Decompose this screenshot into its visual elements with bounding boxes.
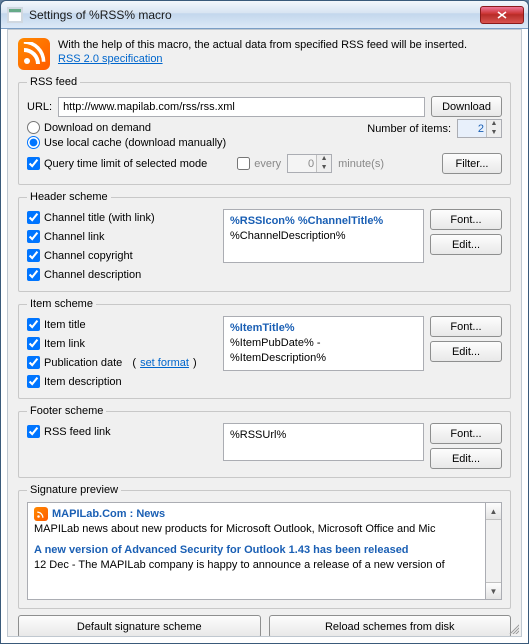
check-channel-title[interactable]: Channel title (with link)	[27, 211, 217, 224]
check-channel-link[interactable]: Channel link	[27, 230, 217, 243]
intro: With the help of this macro, the actual …	[18, 38, 511, 70]
footer-edit-button[interactable]: Edit...	[430, 448, 502, 469]
url-input[interactable]	[58, 97, 425, 117]
spin-down-icon: ▼	[317, 164, 331, 173]
every-spinner: ▲▼	[287, 154, 332, 173]
check-channel-description[interactable]: Channel description	[27, 268, 217, 281]
resize-grip-icon[interactable]	[507, 622, 519, 634]
rss-icon	[18, 38, 50, 70]
item-preview[interactable]: %ItemTitle% %ItemPubDate% - %ItemDescrip…	[223, 316, 424, 371]
check-publication-date[interactable]: Publication date (set format)	[27, 356, 217, 369]
spin-up-icon[interactable]: ▲	[487, 120, 501, 129]
num-items-spinner[interactable]: ▲▼	[457, 119, 502, 138]
rss-icon	[34, 507, 48, 521]
every-unit: minute(s)	[338, 158, 384, 170]
preview-scrollbar[interactable]: ▲ ▼	[485, 502, 502, 600]
check-every[interactable]: every	[237, 157, 281, 170]
check-item-title[interactable]: Item title	[27, 318, 217, 331]
window-title: Settings of %RSS% macro	[29, 8, 480, 22]
item-scheme-legend: Item scheme	[27, 298, 96, 310]
radio-use-local-cache[interactable]: Use local cache (download manually)	[27, 136, 361, 149]
scroll-down-icon[interactable]: ▼	[486, 582, 501, 599]
header-font-button[interactable]: Font...	[430, 209, 502, 230]
titlebar: Settings of %RSS% macro	[1, 1, 528, 29]
rss-feed-group: RSS feed URL: Download Download on deman…	[18, 76, 511, 185]
check-query-time[interactable]: Query time limit of selected mode	[27, 157, 207, 170]
num-items-label: Number of items:	[367, 123, 451, 135]
check-channel-copyright[interactable]: Channel copyright	[27, 249, 217, 262]
item-edit-button[interactable]: Edit...	[430, 341, 502, 362]
header-scheme-group: Header scheme Channel title (with link) …	[18, 191, 511, 292]
item-scheme-group: Item scheme Item title Item link Publica…	[18, 298, 511, 399]
dialog-window: Settings of %RSS% macro With the help of…	[0, 0, 529, 644]
signature-preview-legend: Signature preview	[27, 484, 121, 496]
signature-preview-group: Signature preview MAPILab.Com : News MAP…	[18, 484, 511, 609]
url-label: URL:	[27, 101, 52, 113]
signature-preview: MAPILab.Com : News MAPILab news about ne…	[27, 502, 485, 600]
spin-up-icon: ▲	[317, 155, 331, 164]
rss-feed-legend: RSS feed	[27, 76, 80, 88]
scroll-up-icon[interactable]: ▲	[486, 503, 501, 520]
footer-font-button[interactable]: Font...	[430, 423, 502, 444]
spin-down-icon[interactable]: ▼	[487, 129, 501, 138]
footer-preview[interactable]: %RSSUrl%	[223, 423, 424, 461]
check-rss-feed-link[interactable]: RSS feed link	[27, 425, 217, 438]
check-item-link[interactable]: Item link	[27, 337, 217, 350]
reload-scheme-button[interactable]: Reload schemes from disk	[269, 615, 512, 637]
close-button[interactable]	[480, 6, 524, 24]
filter-button[interactable]: Filter...	[442, 153, 502, 174]
default-scheme-button[interactable]: Default signature scheme	[18, 615, 261, 637]
check-item-description[interactable]: Item description	[27, 375, 217, 388]
header-scheme-legend: Header scheme	[27, 191, 111, 203]
intro-description: With the help of this macro, the actual …	[58, 38, 467, 52]
header-edit-button[interactable]: Edit...	[430, 234, 502, 255]
dialog-body: With the help of this macro, the actual …	[7, 29, 522, 637]
header-preview[interactable]: %RSSIcon% %ChannelTitle% %ChannelDescrip…	[223, 209, 424, 263]
radio-download-on-demand[interactable]: Download on demand	[27, 121, 361, 134]
rss-spec-link[interactable]: RSS 2.0 specification	[58, 53, 163, 65]
set-format-link[interactable]: set format	[140, 357, 189, 369]
item-font-button[interactable]: Font...	[430, 316, 502, 337]
download-button[interactable]: Download	[431, 96, 502, 117]
intro-text: With the help of this macro, the actual …	[58, 38, 467, 70]
app-icon	[7, 7, 23, 23]
footer-scheme-legend: Footer scheme	[27, 405, 106, 417]
footer-scheme-group: Footer scheme RSS feed link %RSSUrl% Fon…	[18, 405, 511, 478]
